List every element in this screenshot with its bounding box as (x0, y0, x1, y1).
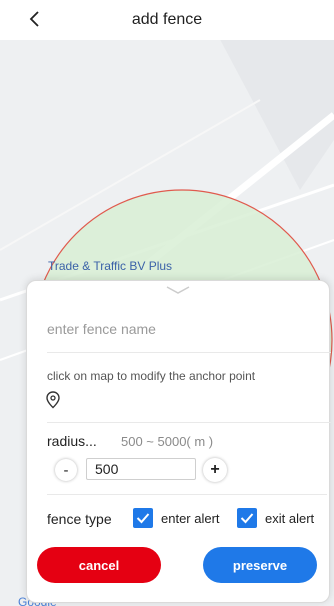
back-button[interactable] (22, 6, 46, 32)
fence-form-sheet: click on map to modify the anchor point … (26, 280, 331, 603)
sheet-handle[interactable] (165, 283, 191, 295)
page-title: add fence (131, 11, 203, 28)
radius-decrease-button[interactable]: - (55, 459, 77, 481)
divider (47, 422, 331, 423)
cancel-button[interactable]: cancel (37, 547, 161, 583)
preserve-button[interactable]: preserve (203, 547, 317, 583)
enter-alert-label: enter alert (161, 511, 220, 526)
divider (47, 352, 331, 353)
radius-increase-button[interactable]: + (203, 458, 227, 482)
chevron-down-icon (166, 286, 190, 294)
map-place-label: Trade & Traffic BV Plus (48, 259, 173, 273)
enter-alert-checkbox[interactable] (133, 508, 153, 528)
checkmark-icon (240, 513, 254, 524)
header-bar: add fence (0, 0, 334, 40)
chevron-left-icon (29, 11, 39, 27)
divider (47, 494, 327, 495)
radius-input[interactable] (86, 458, 196, 480)
checkmark-icon (136, 513, 150, 524)
radius-range-hint: 500 ~ 5000( m ) (121, 434, 214, 449)
fence-name-input[interactable] (47, 315, 317, 343)
map-pin-icon (46, 391, 60, 409)
exit-alert-checkbox[interactable] (237, 508, 257, 528)
anchor-hint: click on map to modify the anchor point (47, 369, 256, 383)
radius-label: radius... (47, 433, 97, 449)
fence-type-label: fence type (47, 511, 112, 527)
exit-alert-label: exit alert (265, 511, 315, 526)
